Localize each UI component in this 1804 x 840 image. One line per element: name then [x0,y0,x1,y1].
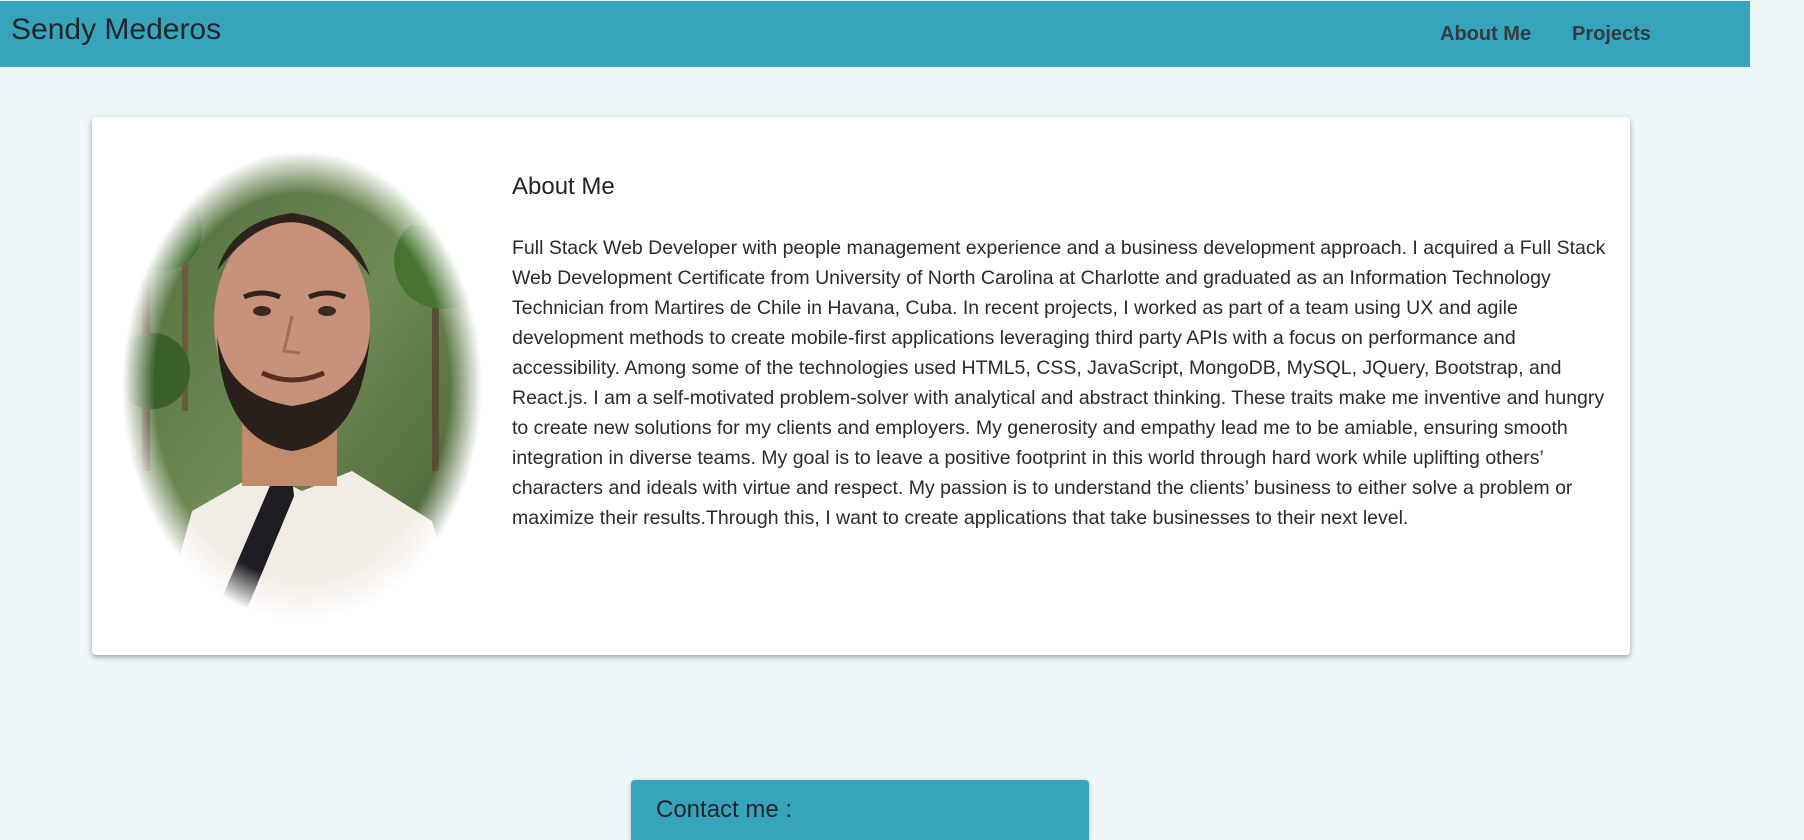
brand-link[interactable]: Sendy Mederos [11,13,221,47]
nav-link-projects[interactable]: Projects [1572,23,1651,46]
contact-card: Contact me : [631,780,1089,840]
about-description: Full Stack Web Developer with people man… [512,237,1606,529]
contact-title: Contact me : [656,796,793,823]
profile-photo [122,151,482,621]
about-title: About Me [512,173,615,200]
navbar: Sendy Mederos About Me Projects [0,1,1750,67]
about-card: About Me Full Stack Web Developer with p… [92,117,1630,655]
nav-link-about-me[interactable]: About Me [1440,23,1531,46]
